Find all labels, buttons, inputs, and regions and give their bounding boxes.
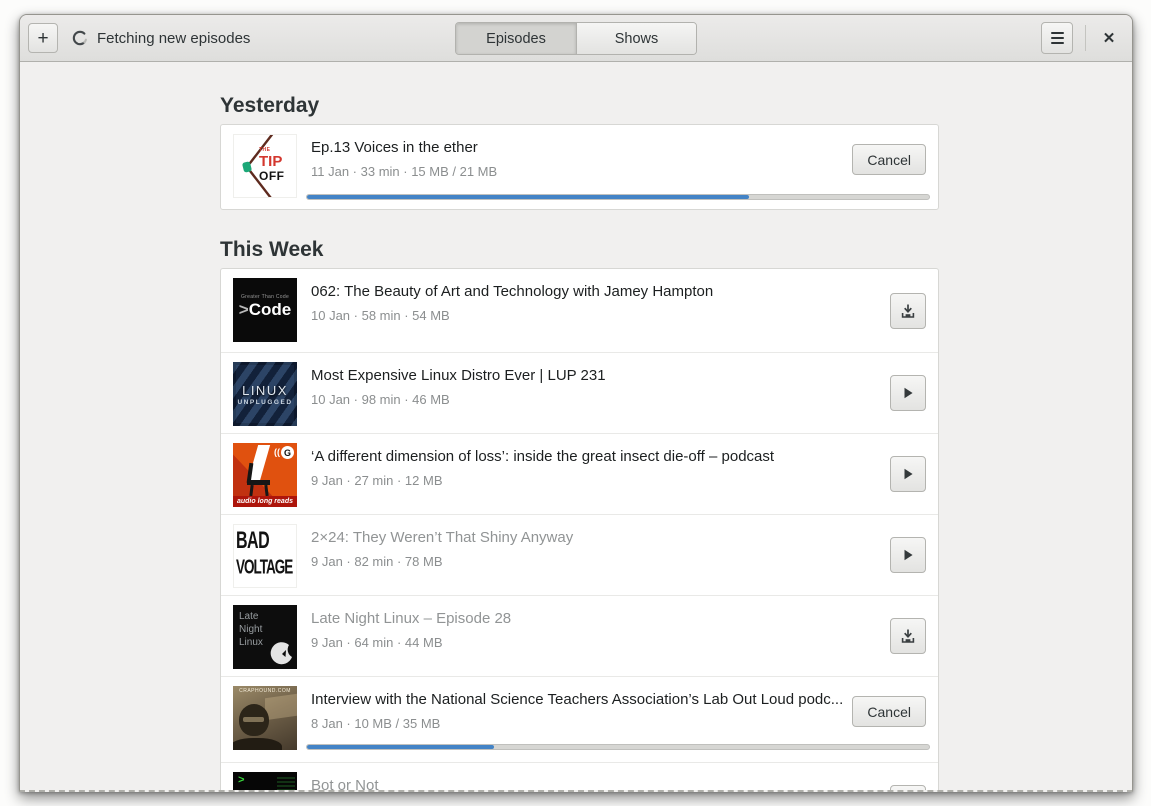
- play-button[interactable]: [890, 537, 926, 573]
- episode-title: Ep.13 Voices in the ether: [311, 139, 478, 156]
- episode-row[interactable]: > IRL Bot or Not: [221, 762, 938, 790]
- cancel-download-button[interactable]: Cancel: [852, 144, 926, 175]
- episode-title: ‘A different dimension of loss’: inside …: [311, 448, 775, 465]
- view-switcher: Episodes Shows: [455, 22, 697, 55]
- episode-meta: 9 Jan · 64 min · 44 MB: [311, 635, 443, 650]
- podcast-cover-bad-voltage: BAD VOLTAGE: [233, 524, 297, 588]
- episode-row[interactable]: Greater Than Code >Code 062: The Beauty …: [221, 269, 938, 352]
- close-window-button[interactable]: ✕: [1096, 25, 1122, 51]
- episode-meta: 11 Jan · 33 min · 15 MB / 21 MB: [311, 164, 498, 179]
- tab-episodes[interactable]: Episodes: [456, 23, 576, 54]
- podcast-cover-craphound: CRAPHOUND.COM: [233, 686, 297, 750]
- episode-meta: 8 Jan · 10 MB / 35 MB: [311, 716, 441, 731]
- play-button[interactable]: [890, 375, 926, 411]
- status-text: Fetching new episodes: [97, 29, 251, 47]
- episode-title: Bot or Not: [311, 777, 379, 790]
- podcast-cover-greater-than-code: Greater Than Code >Code: [233, 278, 297, 342]
- play-button[interactable]: [890, 456, 926, 492]
- play-icon: [904, 468, 913, 480]
- guardian-roundel: G: [281, 446, 294, 459]
- podcast-cover-linux-unplugged: LINUX UNPLUGGED: [233, 362, 297, 426]
- download-button[interactable]: [890, 292, 926, 329]
- add-podcast-button[interactable]: +: [28, 23, 58, 53]
- episode-meta: 9 Jan · 82 min · 78 MB: [311, 554, 443, 569]
- download-button[interactable]: [890, 785, 926, 790]
- hamburger-icon: [1050, 32, 1064, 34]
- download-progress-fill: [307, 195, 749, 199]
- podcast-cover-irl: > IRL: [233, 772, 297, 790]
- episode-row[interactable]: Late Night Linux Late Night Linux – Epis…: [221, 595, 938, 676]
- episode-meta: 9 Jan · 27 min · 12 MB: [311, 473, 443, 488]
- episode-row[interactable]: CRAPHOUND.COM Interview with the Nationa…: [221, 676, 938, 762]
- episode-row[interactable]: THE TIP OFF Ep.13 Voices in the ether 11…: [221, 125, 938, 209]
- header-separator: [1085, 25, 1086, 51]
- yesterday-card: THE TIP OFF Ep.13 Voices in the ether 11…: [220, 124, 939, 210]
- headerbar: + Fetching new episodes Episodes Shows ✕: [20, 15, 1132, 62]
- episode-row[interactable]: (( G audio long reads ‘A different dimen…: [221, 433, 938, 514]
- episode-title: 2×24: They Weren’t That Shiny Anyway: [311, 529, 574, 546]
- menu-button[interactable]: [1041, 22, 1073, 54]
- podcast-cover-late-night-linux: Late Night Linux: [233, 605, 297, 669]
- podcast-cover-tip-off: THE TIP OFF: [233, 134, 297, 198]
- play-icon: [904, 549, 913, 561]
- header-right: ✕: [1041, 22, 1132, 54]
- episode-row[interactable]: LINUX UNPLUGGED Most Expensive Linux Dis…: [221, 352, 938, 433]
- cancel-download-button[interactable]: Cancel: [852, 696, 926, 727]
- episode-title: Most Expensive Linux Distro Ever | LUP 2…: [311, 367, 606, 384]
- tab-shows[interactable]: Shows: [576, 23, 696, 54]
- episode-meta: 10 Jan · 58 min · 54 MB: [311, 308, 450, 323]
- podcast-cover-audio-long-reads: (( G audio long reads: [233, 443, 297, 507]
- spinner-icon: [72, 30, 88, 46]
- download-progress-fill: [307, 745, 494, 749]
- section-title-yesterday: Yesterday: [220, 94, 320, 117]
- episodes-view: Yesterday THE TIP OFF Ep.13 Voices in th…: [20, 63, 1132, 790]
- episode-meta: 10 Jan · 98 min · 46 MB: [311, 392, 450, 407]
- download-button[interactable]: [890, 618, 926, 654]
- download-progressbar: [306, 194, 930, 200]
- episode-title: Late Night Linux – Episode 28: [311, 610, 512, 627]
- episode-title: Interview with the National Science Teac…: [311, 691, 844, 708]
- crescent-moon-icon: [270, 642, 292, 665]
- download-icon: [901, 629, 915, 643]
- this-week-card: Greater Than Code >Code 062: The Beauty …: [220, 268, 939, 790]
- download-icon: [901, 304, 915, 318]
- section-title-this-week: This Week: [220, 238, 324, 261]
- episode-title: 062: The Beauty of Art and Technology wi…: [311, 283, 714, 300]
- app-window: + Fetching new episodes Episodes Shows ✕…: [19, 14, 1133, 792]
- episode-row[interactable]: BAD VOLTAGE 2×24: They Weren’t That Shin…: [221, 514, 938, 595]
- play-icon: [904, 387, 913, 399]
- download-progressbar: [306, 744, 930, 750]
